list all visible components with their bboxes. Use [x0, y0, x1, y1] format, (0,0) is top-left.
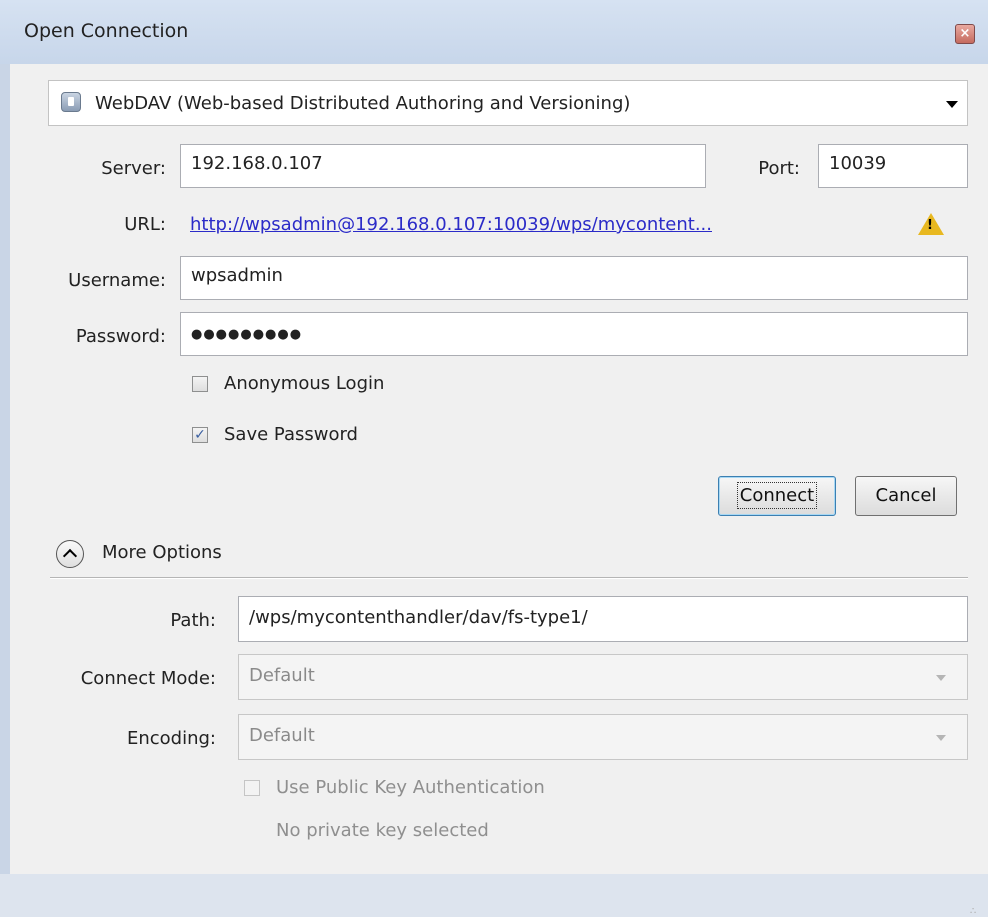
password-label: Password:: [75, 326, 166, 347]
anonymous-login-label[interactable]: Anonymous Login: [224, 373, 384, 394]
server-label: Server:: [101, 158, 166, 179]
url-link[interactable]: http://wpsadmin@192.168.0.107:10039/wps/…: [190, 214, 712, 235]
window-title: Open Connection: [24, 20, 189, 42]
private-key-status: No private key selected: [276, 820, 489, 841]
title-bar: Open Connection ×: [0, 0, 988, 65]
options-separator: [50, 577, 968, 579]
collapse-options-icon[interactable]: [56, 540, 84, 568]
resize-grip-icon[interactable]: ∴: [970, 906, 977, 917]
connect-mode-value: Default: [249, 665, 315, 686]
warning-icon[interactable]: !: [918, 213, 944, 235]
connect-button[interactable]: Connect: [718, 476, 836, 516]
username-input[interactable]: wpsadmin: [180, 256, 968, 300]
encoding-label: Encoding:: [126, 728, 216, 749]
encoding-dropdown[interactable]: Default: [238, 714, 968, 760]
path-input[interactable]: /wps/mycontenthandler/dav/fs-type1/: [238, 596, 968, 642]
username-label: Username:: [68, 270, 166, 291]
connect-mode-label: Connect Mode:: [80, 668, 216, 689]
password-input[interactable]: ●●●●●●●●●: [180, 312, 968, 356]
close-icon[interactable]: ×: [955, 24, 975, 44]
dialog-content: WebDAV (Web-based Distributed Authoring …: [10, 64, 988, 917]
url-label: URL:: [124, 214, 166, 235]
protocol-dropdown[interactable]: WebDAV (Web-based Distributed Authoring …: [48, 80, 968, 126]
port-input[interactable]: 10039: [818, 144, 968, 188]
cancel-button[interactable]: Cancel: [855, 476, 957, 516]
server-input[interactable]: 192.168.0.107: [180, 144, 706, 188]
anonymous-login-checkbox[interactable]: [192, 376, 208, 392]
public-key-label[interactable]: Use Public Key Authentication: [276, 777, 545, 798]
save-password-checkbox[interactable]: ✓: [192, 427, 208, 443]
protocol-selected: WebDAV (Web-based Distributed Authoring …: [95, 93, 631, 114]
path-label: Path:: [170, 610, 216, 631]
chevron-down-icon: [936, 735, 946, 741]
save-password-label[interactable]: Save Password: [224, 424, 358, 445]
more-options-label[interactable]: More Options: [102, 542, 222, 563]
chevron-down-icon: [946, 101, 958, 108]
drive-icon: [61, 92, 81, 112]
connect-mode-dropdown[interactable]: Default: [238, 654, 968, 700]
connect-button-label: Connect: [736, 482, 818, 509]
encoding-value: Default: [249, 725, 315, 746]
window-left-border: [0, 64, 10, 874]
public-key-checkbox[interactable]: [244, 780, 260, 796]
port-label: Port:: [758, 158, 800, 179]
chevron-down-icon: [936, 675, 946, 681]
